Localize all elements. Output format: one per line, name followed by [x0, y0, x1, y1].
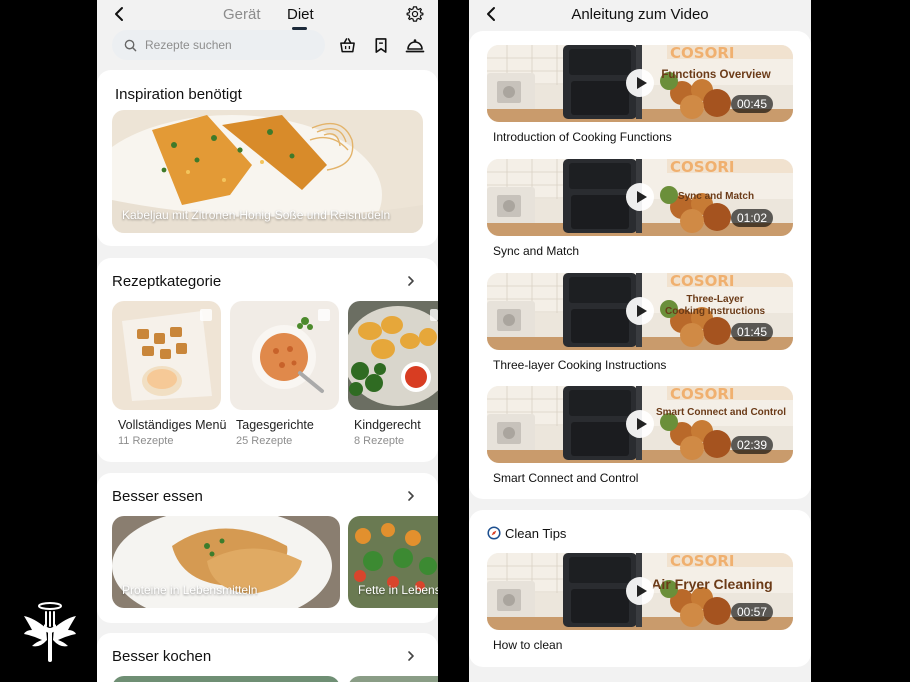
screen: Gerät Diet Rezepte suchen Inspiration be…: [0, 0, 910, 682]
chevron-right-icon[interactable]: [405, 275, 417, 287]
category-card: Rezeptkategorie Vollständiges Menü 11 Re…: [97, 258, 438, 462]
video-duration: 00:45: [730, 95, 773, 113]
category-name: Kindgerecht: [354, 418, 421, 432]
cloche-icon[interactable]: [405, 36, 425, 54]
video-title[interactable]: Sync and Match: [493, 244, 579, 258]
video-overlay-text: Smart Connect and Control: [655, 407, 786, 418]
video-overlay-text: Air Fryer Cleaning: [651, 576, 773, 592]
video-duration: 01:02: [730, 209, 773, 227]
right-phone: Anleitung zum Video Functions Overview 0…: [469, 0, 811, 682]
video-thumbnail[interactable]: Three-Layer Cooking Instructions 01:45: [487, 273, 793, 350]
search-icon: [124, 39, 137, 52]
video-list-card: Functions Overview 00:45 Introduction of…: [469, 31, 811, 499]
play-icon[interactable]: [626, 69, 654, 97]
compass-icon: [487, 526, 501, 540]
category-name: Tagesgerichte: [236, 418, 314, 432]
better-cooking-card: Besser kochen: [97, 633, 438, 682]
clean-tips-title: Clean Tips: [505, 526, 567, 541]
full-menu-photo: [112, 301, 221, 410]
video-duration: 01:45: [730, 323, 773, 341]
page-title: Anleitung zum Video: [571, 6, 709, 23]
chevron-right-icon[interactable]: [405, 490, 417, 502]
video-duration: 00:57: [730, 603, 773, 621]
bookmark-icon[interactable]: [373, 37, 389, 54]
video-title[interactable]: Smart Connect and Control: [493, 471, 638, 485]
category-count: 11 Rezepte: [118, 435, 174, 447]
play-icon[interactable]: [626, 410, 654, 438]
video-thumbnail[interactable]: Smart Connect and Control 02:39: [487, 386, 793, 463]
back-icon[interactable]: [113, 6, 125, 22]
video-overlay-text: Three-Layer Cooking Instructions: [665, 294, 765, 317]
video-thumbnail[interactable]: Functions Overview 00:45: [487, 45, 793, 122]
video-overlay-text: Sync and Match: [677, 191, 755, 202]
category-name: Vollständiges Menü: [118, 418, 227, 432]
tab-diet[interactable]: Diet: [287, 6, 314, 23]
category-title: Rezeptkategorie: [112, 273, 222, 290]
category-full-menu[interactable]: [112, 301, 221, 410]
video-title[interactable]: Three-layer Cooking Instructions: [493, 358, 666, 372]
category-count: 8 Rezepte: [354, 435, 405, 447]
video-title[interactable]: Introduction of Cooking Functions: [493, 130, 672, 144]
clean-tips-card: Clean Tips Air Fryer Cleaning 00:57 How …: [469, 510, 811, 667]
video-thumbnail[interactable]: Sync and Match 01:02: [487, 159, 793, 236]
protein-article[interactable]: Proteine in Lebensmitteln: [112, 516, 340, 608]
featured-recipe-title: Kabeljau mit Zitronen-Honig-Soße und Rei…: [122, 208, 391, 222]
better-cooking-title: Besser kochen: [112, 648, 212, 665]
video-title[interactable]: How to clean: [493, 638, 562, 652]
play-icon[interactable]: [626, 577, 654, 605]
search-placeholder: Rezepte suchen: [145, 38, 232, 52]
better-eating-title: Besser essen: [112, 488, 203, 505]
fat-label: Fette in Lebens: [358, 583, 438, 597]
cooking-article[interactable]: [348, 676, 438, 682]
fat-article[interactable]: Fette in Lebens: [348, 516, 438, 608]
featured-recipe[interactable]: Kabeljau mit Zitronen-Honig-Soße und Rei…: [112, 110, 423, 233]
video-overlay-text: Functions Overview: [661, 69, 771, 81]
play-icon[interactable]: [626, 183, 654, 211]
tab-device[interactable]: Gerät: [223, 6, 261, 23]
gear-icon[interactable]: [406, 5, 424, 23]
category-count: 25 Rezepte: [236, 435, 293, 447]
video-duration: 02:39: [730, 436, 773, 454]
category-daily-meals[interactable]: [230, 301, 339, 410]
basket-icon[interactable]: [339, 37, 356, 54]
better-eating-card: Besser essen Proteine in Lebensmitteln F…: [97, 473, 438, 623]
category-kids[interactable]: [348, 301, 438, 410]
fork-angel-logo: [24, 602, 76, 662]
protein-label: Proteine in Lebensmitteln: [122, 583, 258, 597]
inspiration-title: Inspiration benötigt: [115, 86, 242, 103]
inspiration-card: Inspiration benötigt Kabeljau mit Zitron…: [97, 70, 438, 246]
daily-meals-photo: [230, 301, 339, 410]
cooking-article[interactable]: [112, 676, 340, 682]
chevron-right-icon[interactable]: [405, 650, 417, 662]
kids-photo: [348, 301, 438, 410]
left-phone: Gerät Diet Rezepte suchen Inspiration be…: [97, 0, 438, 682]
search-input[interactable]: Rezepte suchen: [112, 30, 325, 60]
video-thumbnail[interactable]: Air Fryer Cleaning 00:57: [487, 553, 793, 630]
play-icon[interactable]: [626, 297, 654, 325]
